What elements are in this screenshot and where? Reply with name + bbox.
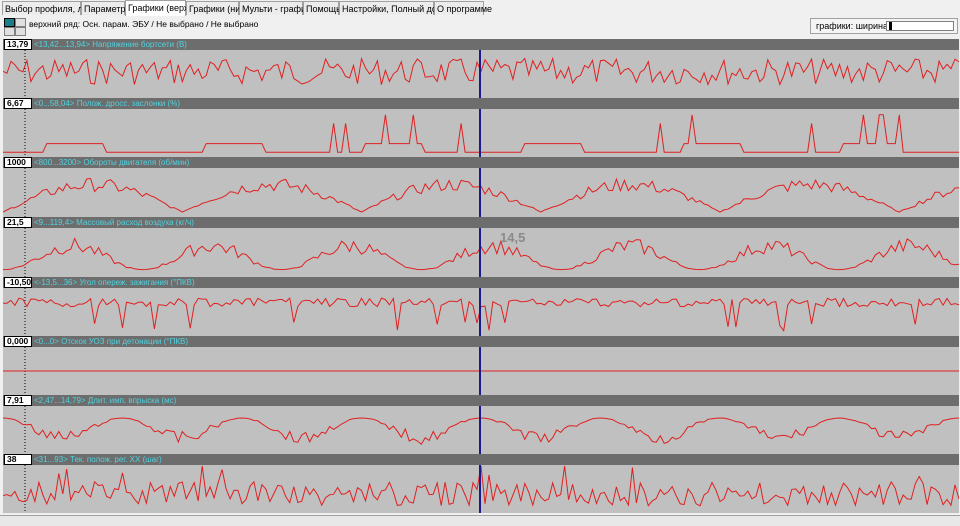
graph-title: <2,47...14,79> Длит. имп. впрыска (мс) [34,396,177,405]
graph-plot-area[interactable] [3,228,959,277]
current-value-box: 6,67 [4,98,32,109]
graph-title: <13,42...13,94> Напряжение бортсети (В) [34,40,187,49]
layout-grid-icon[interactable] [4,18,26,36]
width-control: графики: ширина: [810,18,958,34]
tab-5[interactable]: Помощь [303,1,341,15]
graph-panel-header: 21,5 <9...119,4> Массовый расход воздуха … [3,217,959,228]
width-label: графики: ширина: [816,21,891,31]
graph-panel: 7,91 <2,47...14,79> Длит. имп. впрыска (м… [3,395,959,454]
graph-panel-header: 7,91 <2,47...14,79> Длит. имп. впрыска (м… [3,395,959,406]
current-value-box: -10,50 [4,277,32,288]
current-value-box: 38 [4,454,32,465]
graph-plot-area[interactable] [3,168,959,217]
graph-plot-area[interactable] [3,406,959,454]
graph-panel: 0,000 <0...0> Отскок УОЗ при детонации (°… [3,336,959,395]
horizontal-scrollbar[interactable] [0,515,960,526]
graph-plot-area[interactable] [3,50,959,98]
graph-panel-header: -10,50 <-13,5...36> Угол опереж. зажигани… [3,277,959,288]
graph-panel: 21,5 <9...119,4> Массовый расход воздуха … [3,217,959,277]
rows-status-text: верхний ряд: Осн. парам. ЭБУ / Не выбран… [29,19,259,29]
graph-title: <0...0> Отскок УОЗ при детонации (°ПКВ) [34,337,189,346]
graph-title: <31...93> Тек. полож. рег. XX (шаг) [34,455,162,464]
tab-1[interactable]: Параметры [81,1,132,15]
current-value-box: 7,91 [4,395,32,406]
graph-title: <800...3200> Обороты двигателя (об/мин) [34,158,190,167]
tab-6[interactable]: Настройки, Полный доступ [339,1,455,15]
current-value-box: 0,000 [4,336,32,347]
graph-panel-header: 38 <31...93> Тек. полож. рег. XX (шаг) [3,454,959,465]
current-value-box: 13,79 [4,39,32,50]
tab-7[interactable]: О программе [434,1,492,15]
cursor-annotation: 14,5 [500,230,526,245]
graph-panel: 1000 <800...3200> Обороты двигателя (об/м… [3,157,959,217]
tab-2[interactable]: Графики (верх) [125,0,191,16]
graph-svg [3,109,959,157]
graph-svg [3,168,959,217]
graph-title: <-13,5...36> Угол опереж. зажигания (°ПК… [34,278,195,287]
graph-title: <9...119,4> Массовый расход воздуха (кг/… [34,218,194,227]
width-slider-thumb[interactable] [889,22,892,30]
graph-plot-area[interactable] [3,109,959,157]
graph-panel-header: 6,67 <0...58,04> Полож. дросс. заслонки (… [3,98,959,109]
graph-panel: -10,50 <-13,5...36> Угол опереж. зажигани… [3,277,959,336]
tab-0[interactable]: Выбор профиля, лога [2,1,96,15]
current-value-box: 1000 [4,157,32,168]
tab-3[interactable]: Графики (низ) [186,1,247,15]
graph-panel: 6,67 <0...58,04> Полож. дросс. заслонки (… [3,98,959,157]
graph-svg [3,50,959,98]
current-value-box: 21,5 [4,217,32,228]
graph-plot-area[interactable] [3,288,959,336]
graph-svg [3,288,959,336]
tab-4[interactable]: Мульти - график [239,1,310,15]
graph-panel-header: 1000 <800...3200> Обороты двигателя (об/м… [3,157,959,168]
width-slider[interactable] [886,21,954,31]
graph-panel: 13,79 <13,42...13,94> Напряжение бортсети… [3,39,959,98]
graph-panel-header: 13,79 <13,42...13,94> Напряжение бортсети… [3,39,959,50]
graph-title: <0...58,04> Полож. дросс. заслонки (%) [34,99,181,108]
graph-svg [3,347,959,395]
graph-svg [3,228,959,277]
graph-panel-header: 0,000 <0...0> Отскок УОЗ при детонации (°… [3,336,959,347]
graph-svg [3,406,959,454]
graph-panel: 38 <31...93> Тек. полож. рег. XX (шаг) [3,454,959,513]
graph-svg [3,465,959,513]
graph-plot-area[interactable] [3,465,959,513]
graph-plot-area[interactable] [3,347,959,395]
tab-bar: Выбор профиля, лога Параметры Графики (вер… [0,0,960,17]
